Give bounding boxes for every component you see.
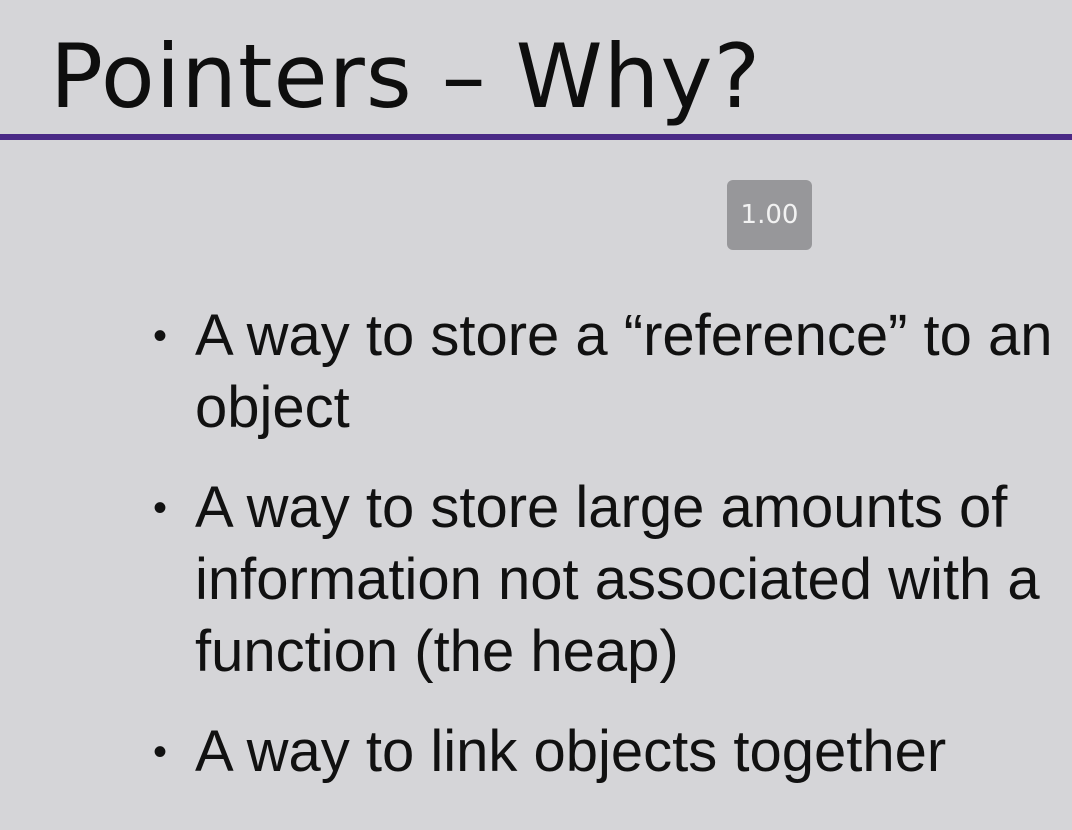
bullet-item: • A way to store a “reference” to an obj… [153,300,1055,444]
bullet-list: • A way to store a “reference” to an obj… [153,300,1055,816]
bullet-text: A way to store large amounts of informat… [195,475,1040,684]
bullet-dot-icon: • [153,730,168,774]
bullet-text: A way to link objects together [195,719,947,784]
bullet-item: • A way to link objects together [153,716,1055,788]
bullet-item: • A way to store large amounts of inform… [153,472,1055,688]
title-divider [0,134,1072,140]
playback-speed-badge[interactable]: 1.00 [727,180,812,250]
bullet-dot-icon: • [153,314,168,358]
bullet-dot-icon: • [153,486,168,530]
bullet-text: A way to store a “reference” to an objec… [195,303,1053,440]
slide-title: Pointers – Why? [50,25,762,128]
